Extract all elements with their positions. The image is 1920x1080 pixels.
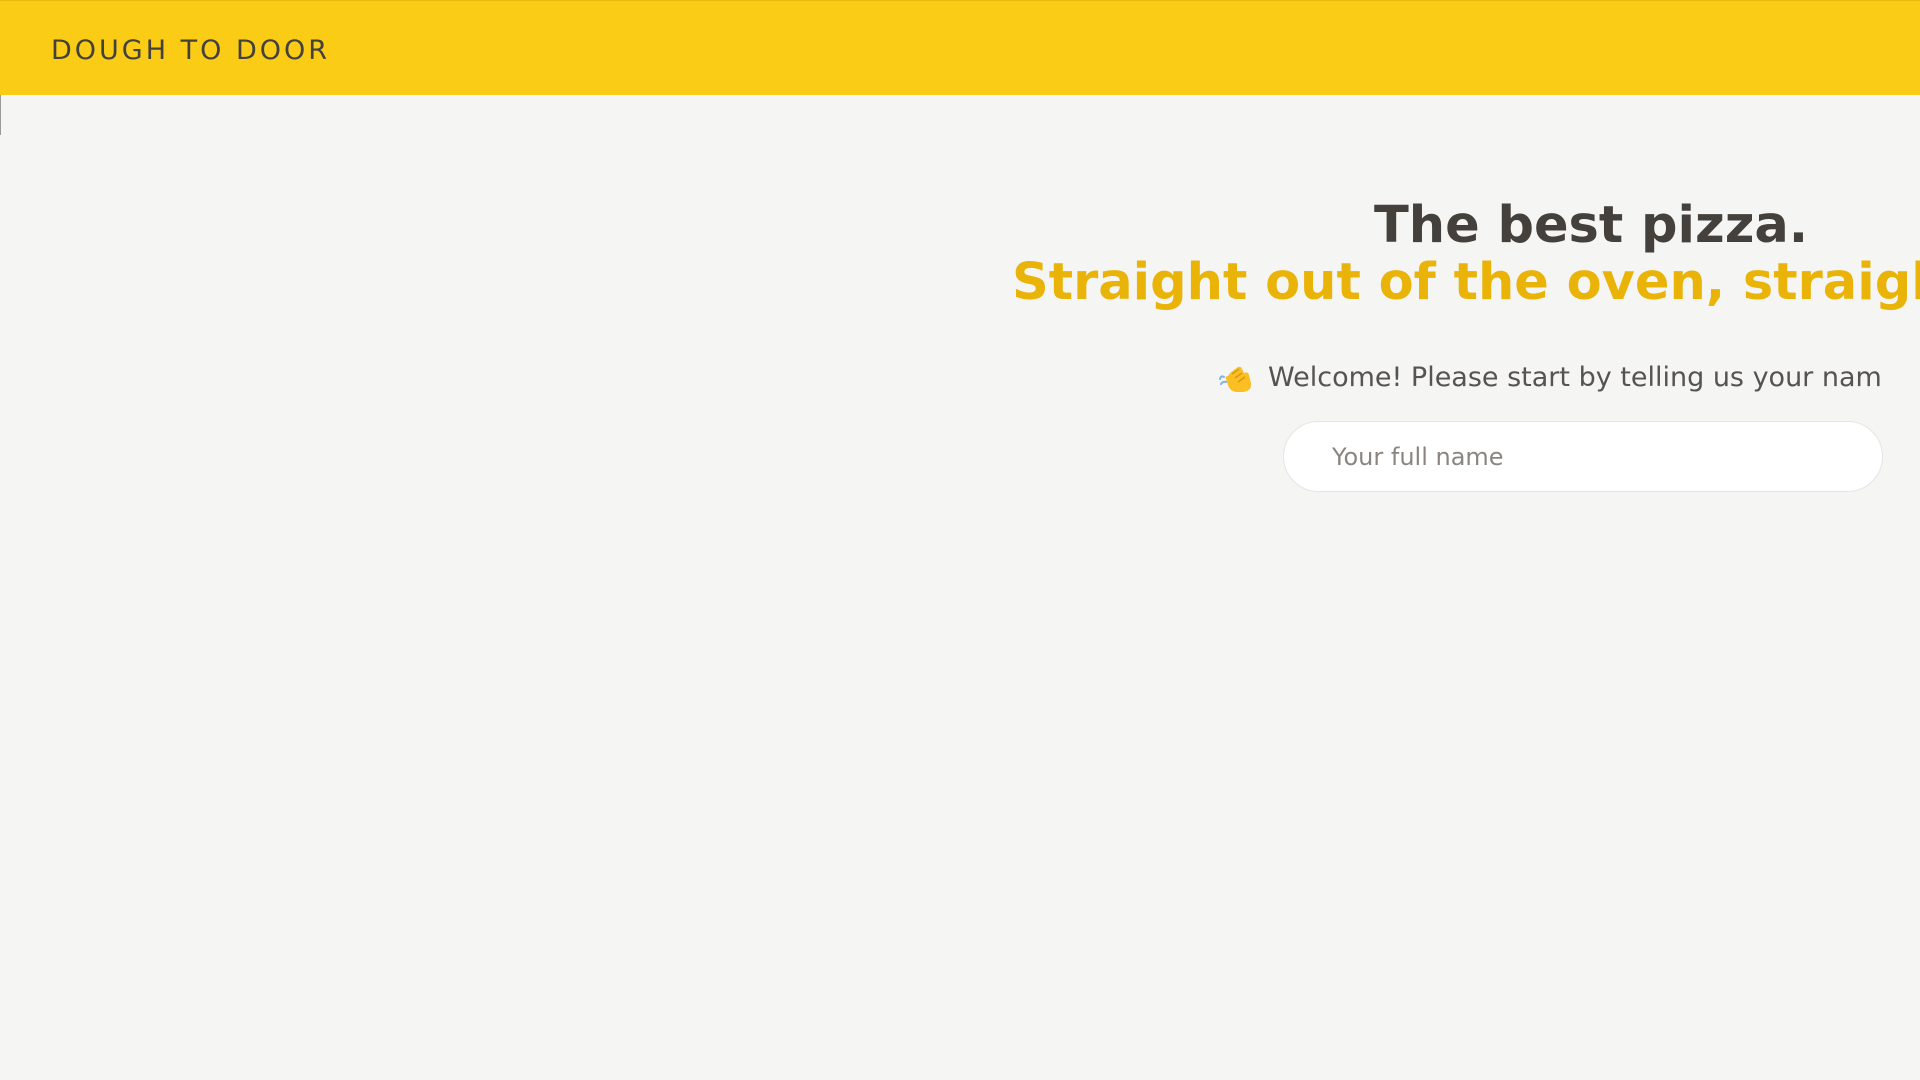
welcome-message: Welcome! Please start by telling us your…	[1218, 362, 1882, 393]
welcome-text: Welcome! Please start by telling us your…	[1268, 362, 1882, 393]
home-hero: The best pizza. Straight out of the oven…	[0, 0, 1920, 1080]
waving-hand-icon	[1218, 363, 1254, 393]
headline-secondary: Straight out of the oven, straight	[1012, 253, 1920, 312]
headline-primary: The best pizza.	[1374, 196, 1809, 255]
full-name-input[interactable]	[1283, 421, 1883, 492]
